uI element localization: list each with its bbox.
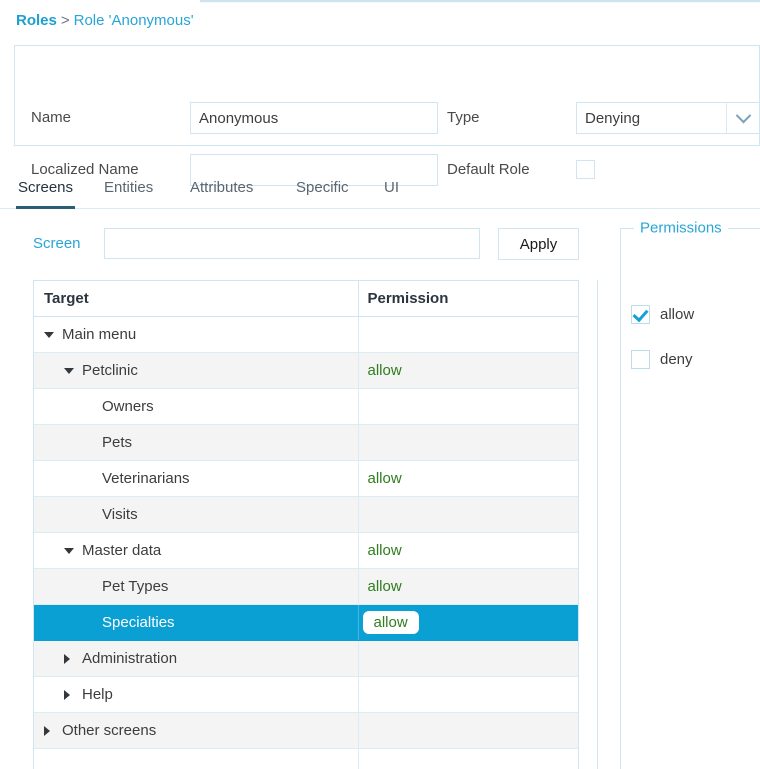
table-row[interactable] [34,749,578,769]
tab-bar: Screens Entities Attributes Specific UI [0,176,760,209]
permission-value: allow [368,578,402,595]
cell-target[interactable]: Main menu [34,317,358,353]
column-header-permission[interactable]: Permission [358,281,578,317]
permission-option-deny-label: deny [660,351,693,368]
permissions-panel-legend: Permissions [634,220,728,237]
row-target-label: Veterinarians [102,470,190,487]
cell-target[interactable]: Pets [34,425,358,461]
cell-permission[interactable]: allow [358,461,578,497]
breadcrumb-current[interactable]: Role 'Anonymous' [74,12,194,29]
name-input[interactable] [190,102,438,134]
permission-value: allow [368,362,402,379]
cell-target[interactable]: Specialties [34,605,358,641]
breadcrumb: Roles>Role 'Anonymous' [16,10,194,32]
table-row[interactable]: Main menu [34,317,578,353]
cell-permission[interactable] [358,317,578,353]
permission-option-deny[interactable]: deny [631,350,693,369]
table-row[interactable]: Owners [34,389,578,425]
table-row[interactable]: Help [34,677,578,713]
cell-target[interactable]: Administration [34,641,358,677]
chevron-down-icon[interactable] [726,103,759,133]
column-header-target[interactable]: Target [34,281,358,317]
row-target-label: Specialties [102,614,175,631]
row-target-label: Help [82,686,113,703]
row-target-label: Main menu [62,326,136,343]
permission-value: allow [368,542,402,559]
apply-button[interactable]: Apply [498,228,579,260]
type-select-value: Denying [577,103,726,133]
table-row[interactable]: Veterinarians allow [34,461,578,497]
cell-permission[interactable]: allow [358,533,578,569]
checkbox-deny[interactable] [631,350,650,369]
cell-permission[interactable]: allow [358,605,578,641]
tab-entities[interactable]: Entities [102,176,155,209]
permission-option-allow-label: allow [660,306,694,323]
twisty-expanded-icon[interactable] [64,368,80,374]
check-icon-allow[interactable] [631,305,650,324]
cell-target[interactable]: Owners [34,389,358,425]
cell-permission[interactable] [358,497,578,533]
permissions-table[interactable]: Target Permission Main menu Petclinic allo… [33,280,579,769]
table-row[interactable]: Visits [34,497,578,533]
breadcrumb-link-roles[interactable]: Roles [16,12,57,29]
breadcrumb-separator: > [61,12,70,29]
table-row[interactable]: Specialties allow [34,605,578,641]
cell-target[interactable]: Help [34,677,358,713]
row-target-label: Pets [102,434,132,451]
cell-target[interactable]: Veterinarians [34,461,358,497]
table-header-row: Target Permission [34,281,578,317]
cell-target[interactable]: Petclinic [34,353,358,389]
type-select[interactable]: Denying [576,102,760,134]
tab-screens[interactable]: Screens [16,176,75,209]
twisty-collapsed-icon[interactable] [64,690,80,700]
row-target-label: Pet Types [102,578,168,595]
twisty-collapsed-icon[interactable] [64,654,80,664]
table-row[interactable]: Pet Types allow [34,569,578,605]
row-target-label: Master data [82,542,161,559]
row-target-label: Petclinic [82,362,138,379]
cell-permission[interactable]: allow [358,353,578,389]
twisty-collapsed-icon[interactable] [44,726,60,736]
role-editor-page: Roles>Role 'Anonymous' Name Localized Na… [0,0,760,769]
cell-target[interactable]: Visits [34,497,358,533]
screen-filter-input[interactable] [104,228,480,259]
permission-value: allow [368,470,402,487]
screen-filter-label: Screen [33,235,81,252]
cell-permission[interactable] [358,425,578,461]
tab-ui[interactable]: UI [382,176,401,209]
type-label: Type [447,108,480,128]
tab-attributes[interactable]: Attributes [188,176,255,209]
cell-target[interactable]: Other screens [34,713,358,749]
cell-permission[interactable] [358,749,578,769]
role-form-panel: Name Localized Name Type Denying Default… [14,45,760,146]
name-label: Name [31,108,71,128]
cell-target[interactable] [34,749,358,769]
row-target-label: Other screens [62,722,156,739]
cell-permission[interactable]: allow [358,569,578,605]
permission-value-editor[interactable]: allow [363,611,419,634]
row-target-label: Administration [82,650,177,667]
table-row[interactable]: Pets [34,425,578,461]
row-target-label: Visits [102,506,138,523]
cell-permission[interactable] [358,389,578,425]
cell-permission[interactable] [358,641,578,677]
table-row[interactable]: Petclinic allow [34,353,578,389]
tab-specific[interactable]: Specific [294,176,351,209]
twisty-expanded-icon[interactable] [64,548,80,554]
permission-option-allow[interactable]: allow [631,305,694,324]
table-row[interactable]: Administration [34,641,578,677]
table-right-divider [597,280,598,769]
twisty-expanded-icon[interactable] [44,332,60,338]
cell-target[interactable]: Master data [34,533,358,569]
cell-permission[interactable] [358,713,578,749]
table-row[interactable]: Master data allow [34,533,578,569]
cell-target[interactable]: Pet Types [34,569,358,605]
clipped-top-element [200,0,760,3]
cell-permission[interactable] [358,677,578,713]
table-row[interactable]: Other screens [34,713,578,749]
row-target-label: Owners [102,398,154,415]
